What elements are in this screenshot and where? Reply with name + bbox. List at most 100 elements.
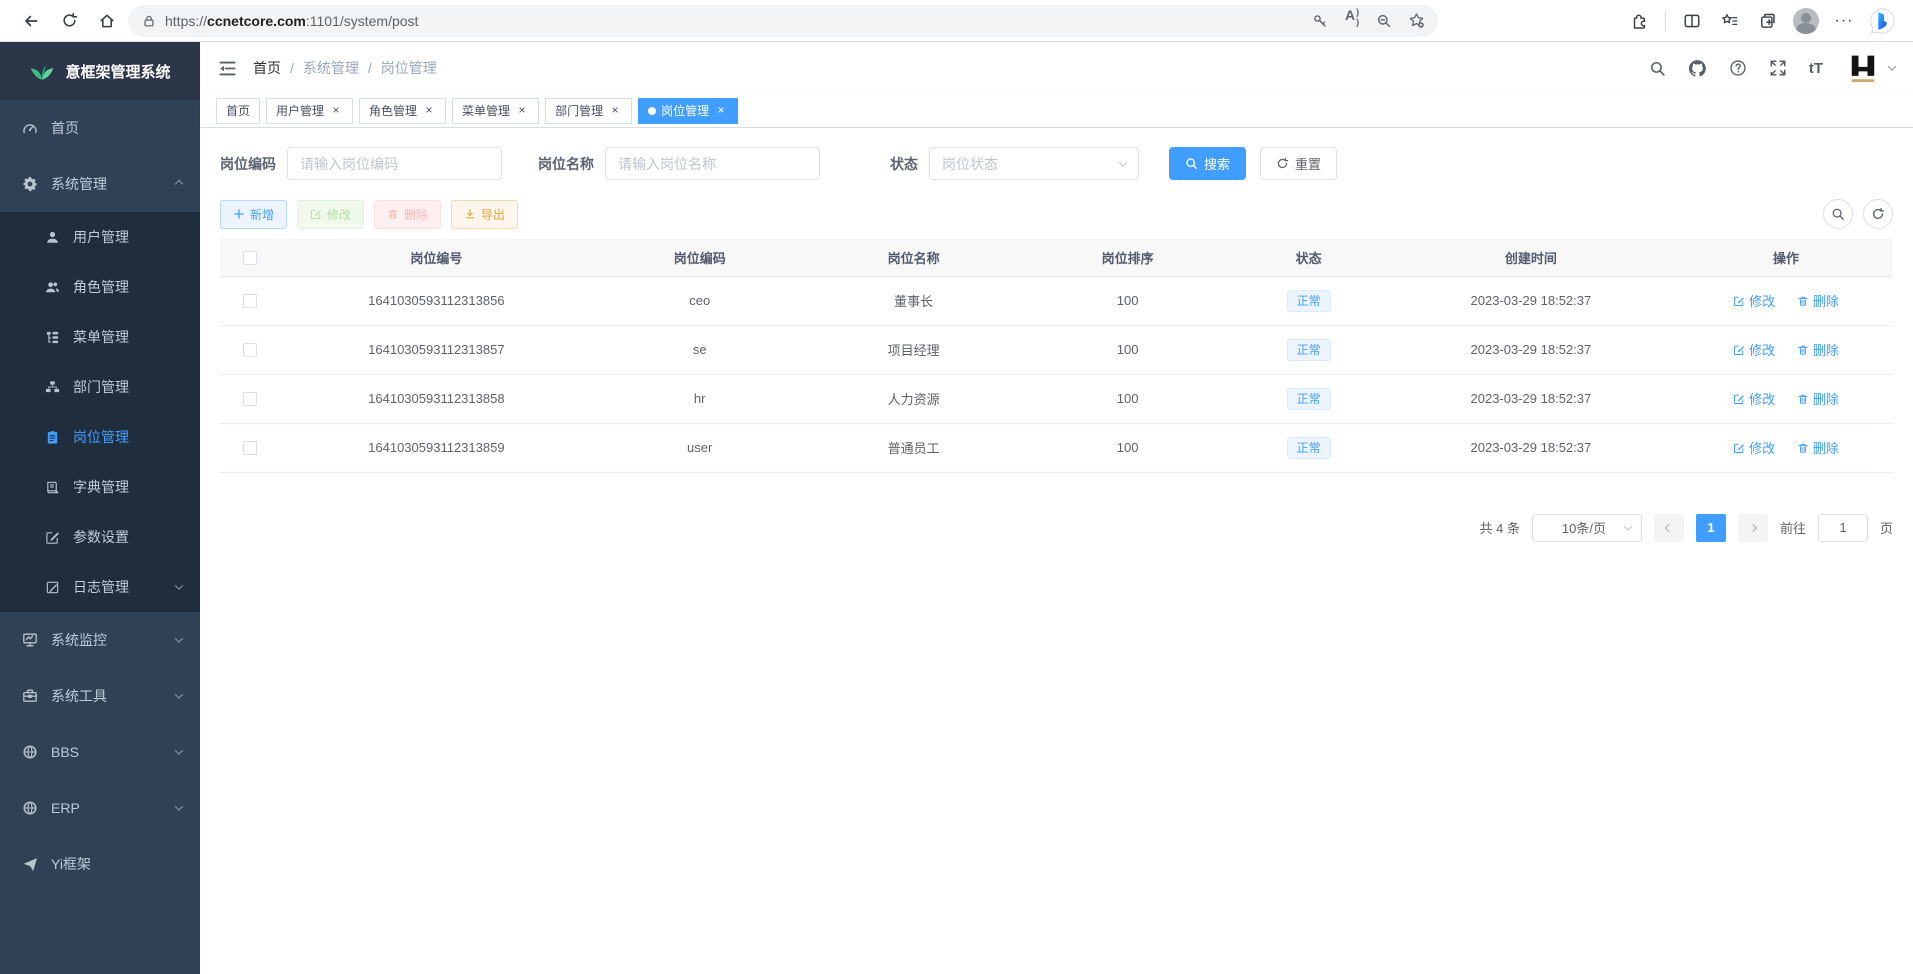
sidebar-group-monitor[interactable]: 系统监控 <box>0 612 200 668</box>
user-icon <box>44 229 60 245</box>
header-search-icon[interactable] <box>1649 60 1666 77</box>
active-dot <box>648 107 656 115</box>
sidebar-group-bbs[interactable]: BBS <box>0 724 200 780</box>
toggle-search-button[interactable] <box>1823 199 1853 229</box>
status-select[interactable]: 岗位状态 <box>929 147 1139 180</box>
post-name-input[interactable] <box>605 147 820 180</box>
text-size-icon[interactable]: tT <box>1809 60 1823 77</box>
tab-depts[interactable]: 部门管理 × <box>545 98 632 124</box>
help-icon[interactable] <box>1729 59 1747 77</box>
favorites-icon[interactable] <box>1713 4 1747 38</box>
sidebar-item-roles[interactable]: 角色管理 <box>0 262 200 312</box>
sidebar-item-home[interactable]: 首页 <box>0 100 200 156</box>
close-icon[interactable]: × <box>515 104 529 118</box>
reset-button[interactable]: 重置 <box>1260 147 1337 180</box>
row-edit-link[interactable]: 修改 <box>1733 389 1775 408</box>
close-icon[interactable]: × <box>422 104 436 118</box>
sidebar-item-depts[interactable]: 部门管理 <box>0 362 200 412</box>
sidebar-item-menus[interactable]: 菜单管理 <box>0 312 200 362</box>
edit-button[interactable]: 修改 <box>297 200 364 229</box>
favorite-star-icon[interactable] <box>1402 7 1430 35</box>
prev-page-button[interactable] <box>1654 514 1684 542</box>
back-icon[interactable] <box>14 4 48 38</box>
select-all-checkbox[interactable] <box>243 251 257 265</box>
sidebar-group-logs[interactable]: 日志管理 <box>0 562 200 612</box>
posts-table: 岗位编号 岗位编码 岗位名称 岗位排序 状态 创建时间 操作 164103059… <box>220 239 1893 473</box>
tab-posts-active[interactable]: 岗位管理 × <box>638 98 738 124</box>
toolbox-icon <box>22 688 38 704</box>
chevron-down-icon[interactable] <box>1888 62 1896 70</box>
tab-menus[interactable]: 菜单管理 × <box>452 98 539 124</box>
extensions-icon[interactable] <box>1622 4 1656 38</box>
cell-post-name: 普通员工 <box>807 423 1021 472</box>
next-page-button[interactable] <box>1738 514 1768 542</box>
row-edit-link[interactable]: 修改 <box>1733 291 1775 310</box>
refresh-table-button[interactable] <box>1863 199 1893 229</box>
delete-button[interactable]: 删除 <box>374 200 441 229</box>
cell-post-sort: 100 <box>1021 374 1235 423</box>
page-1-button[interactable]: 1 <box>1696 514 1726 542</box>
post-code-input[interactable] <box>287 147 502 180</box>
cell-post-sort: 100 <box>1021 423 1235 472</box>
zoom-indicator-icon[interactable] <box>1370 7 1398 35</box>
sidebar-item-params[interactable]: 参数设置 <box>0 512 200 562</box>
row-delete-link[interactable]: 删除 <box>1797 340 1839 359</box>
breadcrumb-home[interactable]: 首页 <box>253 58 281 78</box>
breadcrumb-system: 系统管理 <box>303 58 359 78</box>
sidebar-item-posts[interactable]: 岗位管理 <box>0 412 200 462</box>
read-aloud-icon[interactable]: A)) <box>1338 7 1366 35</box>
tab-users[interactable]: 用户管理 × <box>266 98 353 124</box>
row-delete-link[interactable]: 删除 <box>1797 389 1839 408</box>
sidebar-item-yi[interactable]: Yi框架 <box>0 836 200 892</box>
page-size-select[interactable]: 10条/页 <box>1532 514 1642 542</box>
sidebar-group-system[interactable]: 系统管理 <box>0 156 200 212</box>
close-icon[interactable]: × <box>608 104 622 118</box>
sidebar-collapse-icon[interactable] <box>218 59 237 78</box>
collections-icon[interactable] <box>1751 4 1785 38</box>
cell-created-at: 2023-03-29 18:52:37 <box>1383 374 1679 423</box>
row-checkbox[interactable] <box>243 441 257 455</box>
sidebar-group-erp[interactable]: ERP <box>0 780 200 836</box>
goto-page-input[interactable] <box>1818 514 1868 542</box>
browser-toolbar: https://ccnetcore.com:1101/system/post A… <box>0 0 1913 42</box>
split-screen-icon[interactable] <box>1675 4 1709 38</box>
profile-avatar[interactable] <box>1789 4 1823 38</box>
table-row: 1641030593112313858 hr 人力资源 100 正常 2023-… <box>220 374 1893 423</box>
github-icon[interactable] <box>1688 59 1707 78</box>
edit-square-icon <box>44 529 60 545</box>
close-icon[interactable]: × <box>714 104 728 118</box>
id-badge-icon <box>44 429 60 445</box>
toolbar-divider <box>1665 11 1666 31</box>
user-avatar[interactable] <box>1845 50 1895 86</box>
row-delete-link[interactable]: 删除 <box>1797 291 1839 310</box>
search-button[interactable]: 搜索 <box>1169 147 1246 180</box>
cell-post-id: 1641030593112313858 <box>280 374 593 423</box>
row-checkbox[interactable] <box>243 392 257 406</box>
status-badge: 正常 <box>1287 388 1331 410</box>
row-edit-link[interactable]: 修改 <box>1733 340 1775 359</box>
col-status: 状态 <box>1235 239 1383 276</box>
refresh-icon[interactable] <box>52 4 86 38</box>
address-bar[interactable]: https://ccnetcore.com:1101/system/post A… <box>128 5 1438 37</box>
fullscreen-icon[interactable] <box>1769 59 1787 77</box>
table-row: 1641030593112313859 user 普通员工 100 正常 202… <box>220 423 1893 472</box>
sidebar-item-users[interactable]: 用户管理 <box>0 212 200 262</box>
row-edit-link[interactable]: 修改 <box>1733 438 1775 457</box>
row-checkbox[interactable] <box>243 294 257 308</box>
sidebar-item-label: 角色管理 <box>73 277 129 297</box>
add-button[interactable]: 新增 <box>220 200 287 229</box>
more-menu-icon[interactable]: ··· <box>1827 4 1861 38</box>
close-icon[interactable]: × <box>329 104 343 118</box>
password-key-icon[interactable] <box>1306 7 1334 35</box>
row-checkbox[interactable] <box>243 343 257 357</box>
home-icon[interactable] <box>90 4 124 38</box>
export-button[interactable]: 导出 <box>451 200 518 229</box>
bing-chat-icon[interactable] <box>1865 4 1899 38</box>
row-delete-link[interactable]: 删除 <box>1797 438 1839 457</box>
cell-post-code: user <box>593 423 807 472</box>
tab-home[interactable]: 首页 <box>216 98 260 124</box>
send-icon <box>22 856 38 872</box>
tab-roles[interactable]: 角色管理 × <box>359 98 446 124</box>
sidebar-group-tools[interactable]: 系统工具 <box>0 668 200 724</box>
sidebar-item-dicts[interactable]: 字典管理 <box>0 462 200 512</box>
